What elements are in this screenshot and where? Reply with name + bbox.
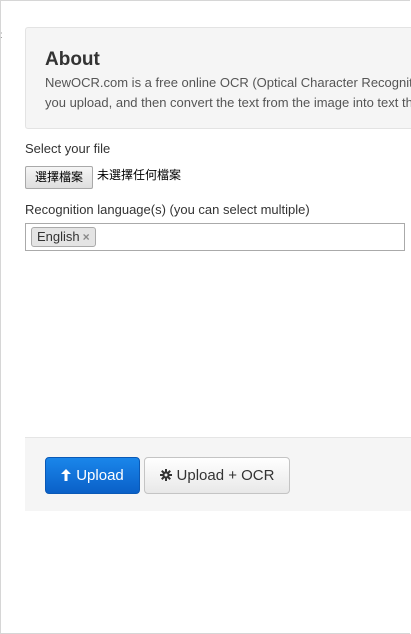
about-title: About [45,49,100,70]
language-select[interactable]: English × [25,223,405,251]
remove-tag-icon[interactable]: × [83,230,90,244]
upload-ocr-button-label: Upload + OCR [176,467,275,484]
language-label: Recognition language(s) (you can select … [25,202,310,217]
about-description: NewOCR.com is a free online OCR (Optical… [45,73,411,113]
upload-button[interactable]: Upload [45,457,140,494]
about-line-1: NewOCR.com is a free online OCR (Optical… [45,75,411,90]
about-line-2: you upload, and then convert the text fr… [45,95,411,110]
file-status-text: 未選擇任何檔案 [97,168,182,182]
action-bar: Upload Upload + OCR [25,437,411,511]
language-tag-english: English × [31,227,96,247]
upload-button-label: Upload [76,467,124,484]
choose-file-button[interactable]: 選擇檔案 [25,166,93,189]
file-label: Select your file [25,141,111,156]
upload-ocr-button[interactable]: Upload + OCR [144,457,290,494]
scroll-edge-marker: : [0,30,3,41]
language-tag-label: English [37,229,80,244]
gear-icon [159,458,172,493]
about-panel: About NewOCR.com is a free online OCR (O… [25,27,411,129]
arrow-up-icon [61,458,72,493]
